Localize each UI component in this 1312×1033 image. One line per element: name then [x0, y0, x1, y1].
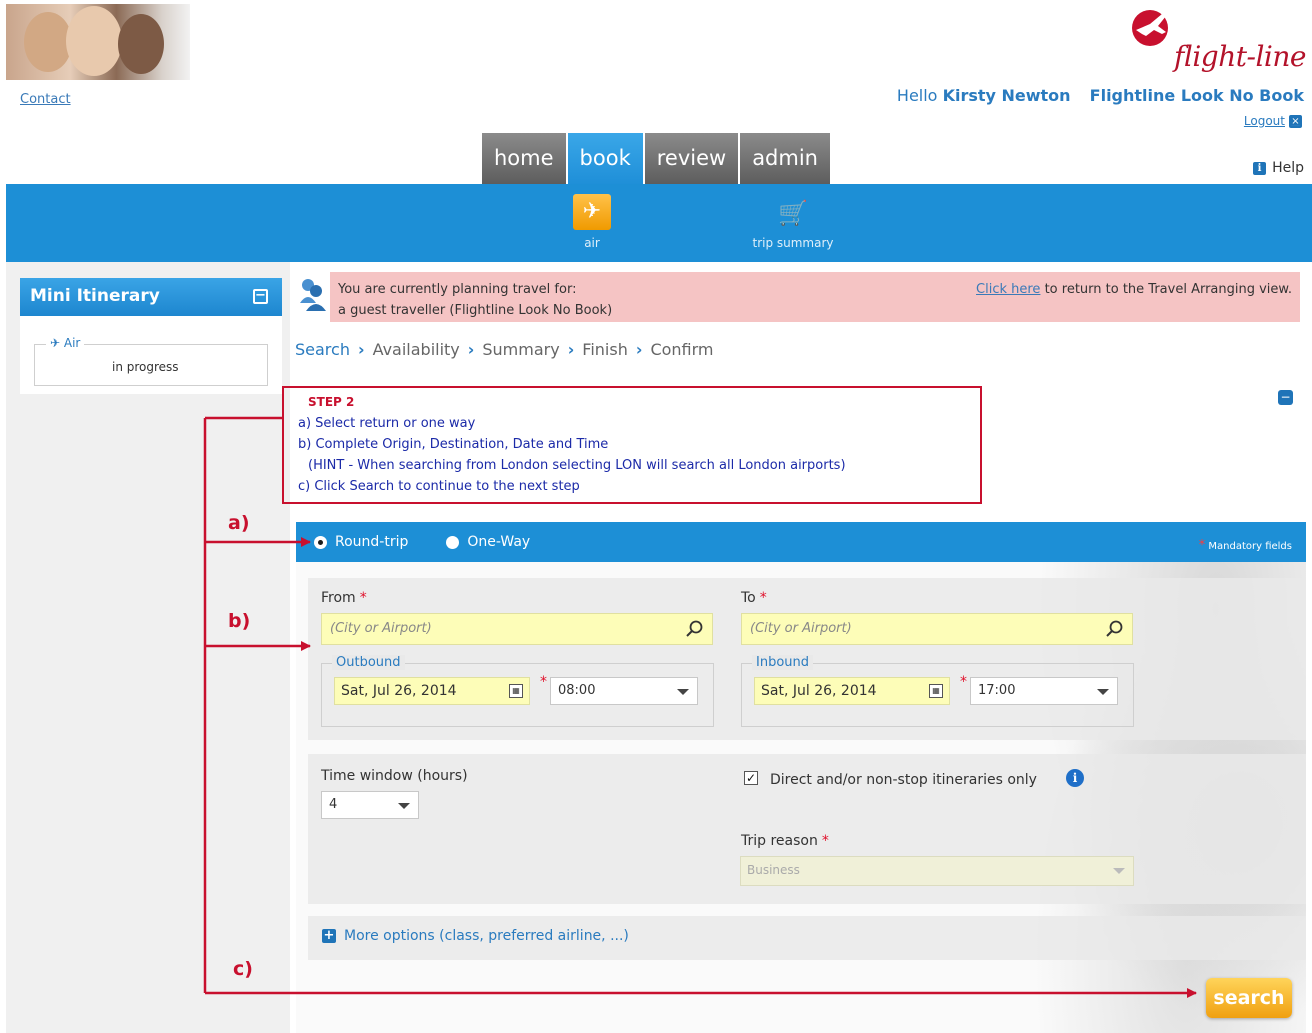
annotation-arrows	[203, 416, 1197, 998]
annotation-label-a: a)	[228, 512, 250, 534]
annotation-label-c: c)	[233, 958, 253, 980]
annotation-label-b: b)	[228, 610, 251, 632]
